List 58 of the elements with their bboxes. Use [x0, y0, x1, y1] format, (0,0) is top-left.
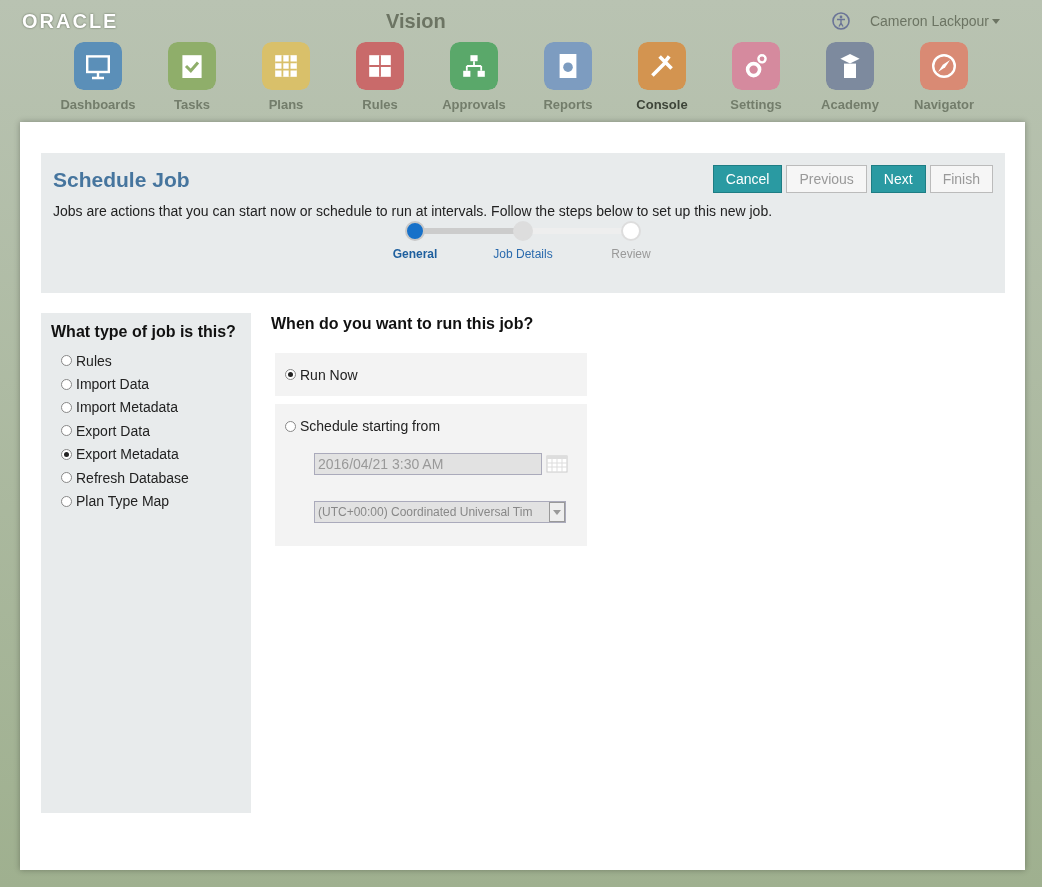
- nav-tile-icon[interactable]: [168, 42, 216, 90]
- option-label[interactable]: Export Data: [76, 422, 150, 439]
- option-label[interactable]: Plan Type Map: [76, 493, 170, 510]
- nav-tile-icon[interactable]: [262, 42, 310, 90]
- step-marker[interactable]: [513, 221, 533, 241]
- radio-button[interactable]: [61, 355, 72, 367]
- option-label[interactable]: Refresh Database: [76, 469, 189, 486]
- section-heading: When do you want to run this job?: [271, 315, 535, 333]
- nav-tile-icon[interactable]: [638, 42, 686, 90]
- description: Jobs are actions that you can start now or schedule to run at intervals. Follow the steps below to set up this new job.: [53, 203, 774, 219]
- radio-button[interactable]: [61, 401, 72, 413]
- nav-label[interactable]: Rules: [362, 97, 398, 112]
- nav-tile-icon[interactable]: [74, 42, 122, 90]
- radio-button[interactable]: [61, 448, 72, 460]
- nav-tile-icon[interactable]: [544, 42, 592, 90]
- panel-heading: What type of job is this?: [51, 323, 237, 341]
- caret-icon[interactable]: [549, 501, 565, 522]
- option-label[interactable]: Schedule starting from: [300, 418, 441, 435]
- step-label[interactable]: Job Details: [493, 247, 553, 261]
- nav-label[interactable]: Academy: [821, 97, 879, 112]
- nav-tile-icon[interactable]: [732, 42, 780, 90]
- radio-button[interactable]: [61, 495, 72, 507]
- nav-tile-icon[interactable]: [356, 42, 404, 90]
- radio-button[interactable]: [285, 369, 296, 381]
- wizard-button[interactable]: Finish: [929, 165, 993, 193]
- dialog-title: Schedule Job: [53, 168, 190, 192]
- nav-tile-icon[interactable]: [920, 42, 968, 90]
- app-title: Vision: [386, 9, 447, 33]
- nav-label[interactable]: Reports: [543, 97, 593, 112]
- nav-label[interactable]: Dashboards: [60, 97, 136, 112]
- nav-tile-icon[interactable]: [826, 42, 874, 90]
- nav-label[interactable]: Tasks: [174, 97, 210, 112]
- nav-label[interactable]: Console: [636, 97, 688, 112]
- date-field[interactable]: 2016/04/21 3:30 AM: [314, 452, 542, 475]
- caret-icon[interactable]: [992, 18, 1000, 24]
- radio-button[interactable]: [61, 425, 72, 437]
- user-menu[interactable]: Cameron Lackpour: [869, 13, 1000, 29]
- step-marker[interactable]: [405, 221, 425, 241]
- nav-label[interactable]: Approvals: [442, 97, 506, 112]
- radio-button[interactable]: [285, 420, 296, 432]
- nav-label[interactable]: Navigator: [914, 97, 974, 112]
- accessibility-icon[interactable]: [831, 12, 850, 30]
- nav-tile-icon[interactable]: [450, 42, 498, 90]
- timezone-dropdown[interactable]: (UTC+00:00) Coordinated Universal Tim: [314, 500, 566, 523]
- option-label[interactable]: Rules: [76, 352, 112, 369]
- wizard-button[interactable]: Cancel: [712, 165, 783, 193]
- option-label[interactable]: Run Now: [300, 366, 358, 383]
- step-label[interactable]: General: [392, 247, 438, 261]
- option-label[interactable]: Import Metadata: [76, 399, 178, 416]
- nav-label[interactable]: Settings: [730, 97, 782, 112]
- option-label[interactable]: Import Data: [76, 376, 150, 393]
- nav-label[interactable]: Plans: [268, 97, 304, 112]
- radio-button[interactable]: [61, 472, 72, 484]
- logo: ORACLE: [22, 9, 120, 33]
- wizard-button[interactable]: Next: [870, 165, 926, 193]
- option-label[interactable]: Export Metadata: [76, 446, 179, 463]
- wizard-button[interactable]: Previous: [786, 165, 867, 193]
- radio-button[interactable]: [61, 378, 72, 390]
